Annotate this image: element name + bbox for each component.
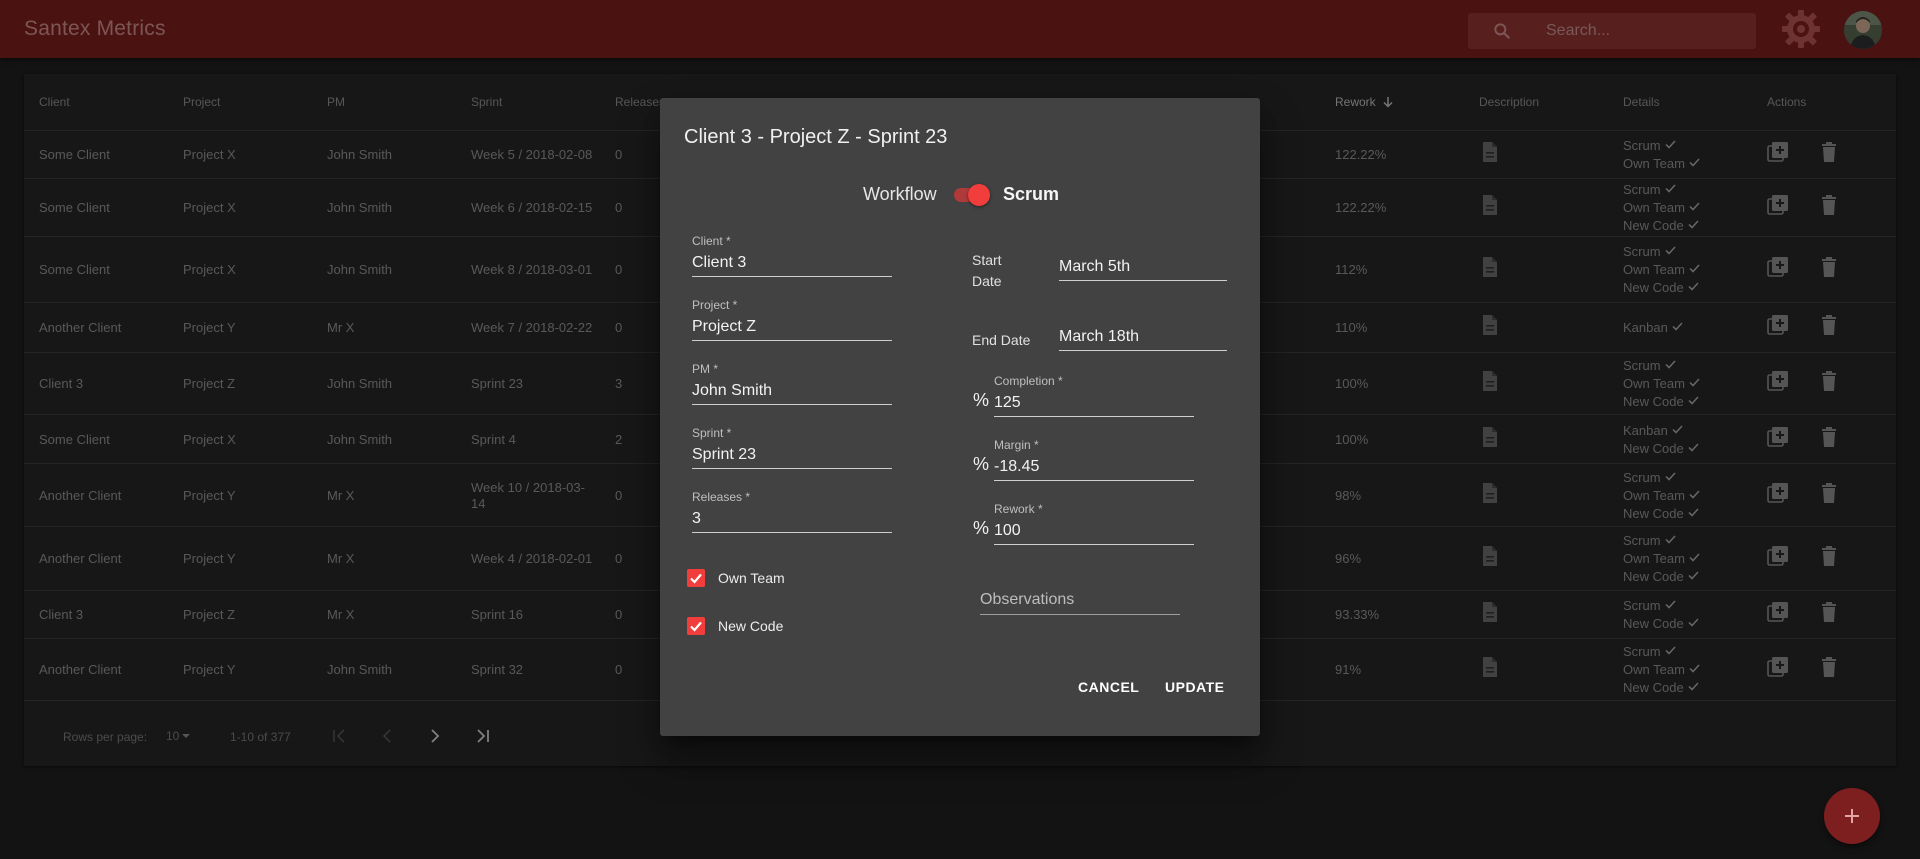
client-label: Client * <box>692 234 731 248</box>
start-date-input[interactable] <box>1059 255 1227 279</box>
project-input[interactable] <box>692 315 892 339</box>
sprint-input[interactable] <box>692 443 892 467</box>
end-date-input[interactable] <box>1059 325 1227 349</box>
client-input[interactable] <box>692 251 892 275</box>
pm-input[interactable] <box>692 379 892 403</box>
end-date-underline <box>1059 350 1227 351</box>
rework-input[interactable] <box>994 519 1194 543</box>
sprint-underline <box>692 468 892 469</box>
pm-underline <box>692 404 892 405</box>
dialog-title: Client 3 - Project Z - Sprint 23 <box>684 126 948 148</box>
add-metric-button[interactable] <box>1824 788 1880 844</box>
margin-input[interactable] <box>994 455 1194 479</box>
project-label: Project * <box>692 298 738 312</box>
own-team-checkbox[interactable] <box>687 569 705 587</box>
rework-unit: % <box>973 518 990 538</box>
toggle-thumb <box>968 184 990 206</box>
workflow-label: Workflow <box>863 184 937 204</box>
start-date-underline <box>1059 280 1227 281</box>
cancel-button[interactable]: CANCEL <box>1078 669 1139 705</box>
margin-label: Margin * <box>994 438 1039 452</box>
update-button[interactable]: UPDATE <box>1165 669 1225 705</box>
observations-underline <box>980 614 1180 615</box>
check-icon <box>690 573 702 584</box>
sprint-label: Sprint * <box>692 426 732 440</box>
observations-input[interactable] <box>980 588 1180 612</box>
start-date-label: Start Date <box>972 252 1002 289</box>
pm-label: PM * <box>692 362 719 376</box>
completion-label: Completion * <box>994 374 1063 388</box>
edit-metric-dialog: Client 3 - Project Z - Sprint 23 Workflo… <box>660 98 1260 736</box>
releases-label: Releases * <box>692 490 751 504</box>
releases-input[interactable] <box>692 507 892 531</box>
rework-underline <box>994 544 1194 545</box>
margin-underline <box>994 480 1194 481</box>
new-code-checkbox[interactable] <box>687 617 705 635</box>
workflow-toggle[interactable] <box>954 184 990 206</box>
end-date-label: End Date <box>972 332 1031 348</box>
workflow-value: Scrum <box>1003 184 1060 204</box>
own-team-label[interactable]: Own Team <box>718 570 785 586</box>
check-icon <box>690 621 702 632</box>
completion-unit: % <box>973 390 990 410</box>
client-underline <box>692 276 892 277</box>
rework-label: Rework * <box>994 502 1043 516</box>
releases-underline <box>692 532 892 533</box>
add-icon <box>1845 809 1859 823</box>
project-underline <box>692 340 892 341</box>
margin-unit: % <box>973 454 990 474</box>
new-code-label[interactable]: New Code <box>718 618 783 634</box>
completion-input[interactable] <box>994 391 1194 415</box>
completion-underline <box>994 416 1194 417</box>
